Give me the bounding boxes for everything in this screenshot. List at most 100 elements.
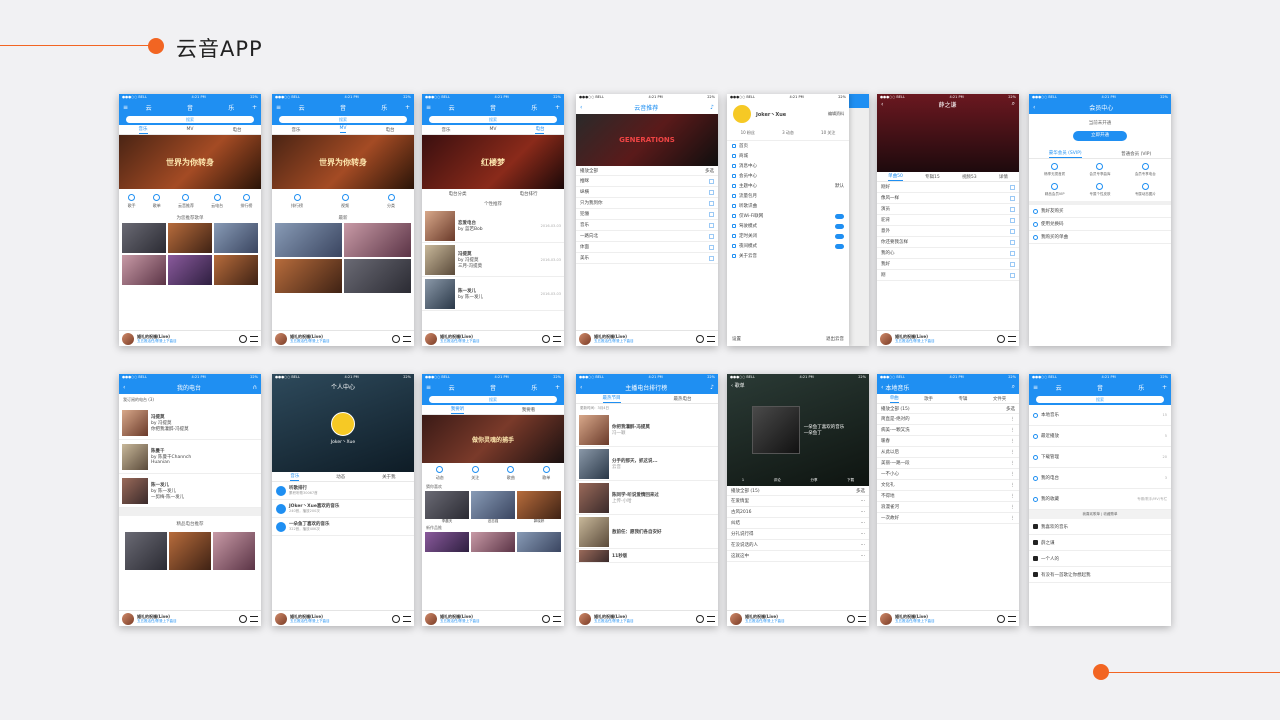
more-icon[interactable]: ⋮ <box>1011 439 1016 444</box>
nav-tab-yun[interactable]: 云 <box>1056 383 1062 392</box>
more-icon[interactable]: ⋮ <box>1011 450 1016 455</box>
timer-toggle[interactable] <box>835 233 844 239</box>
playlist-row[interactable]: 一个人的 <box>1029 551 1171 567</box>
menu-driving[interactable]: 驾驶模式 <box>727 221 849 231</box>
song-row[interactable]: 刚 <box>877 270 1019 281</box>
play-all[interactable]: 播放全部 (15) <box>731 488 760 494</box>
more-icon[interactable]: ⋮ <box>1011 461 1016 466</box>
nav-tab-yun[interactable]: 云 <box>146 103 152 112</box>
multi-select[interactable]: 多选 <box>856 488 865 494</box>
song-row[interactable]: 在没说话的人 ⋯ <box>727 540 869 551</box>
menu-row[interactable]: 本地音乐 15 <box>1029 405 1171 426</box>
checkbox[interactable] <box>709 178 714 184</box>
playlist-row[interactable]: 我喜欢的音乐 <box>1029 519 1171 535</box>
playlist-icon[interactable] <box>1008 335 1016 342</box>
nav-tab-yin[interactable]: 音 <box>490 103 496 112</box>
more-icon[interactable]: ⋯ <box>861 543 866 548</box>
menu-row[interactable]: 我的电台 3 <box>1029 468 1171 489</box>
multi-select[interactable]: 多选 <box>1006 406 1015 412</box>
nav-tab-yue[interactable]: 乐 <box>228 103 234 112</box>
link-row[interactable]: 使用兑换码 <box>1029 218 1171 231</box>
video-thumb[interactable] <box>425 532 469 552</box>
nav-tab-yue[interactable]: 乐 <box>1138 383 1144 392</box>
play-icon[interactable] <box>847 614 855 623</box>
list-item[interactable]: 陈一发儿 by 陈一发儿 2016-03-03 <box>422 277 564 311</box>
checkbox[interactable] <box>1010 261 1015 267</box>
tab-music[interactable]: 音乐 <box>442 127 451 133</box>
category-recommend[interactable]: 云音推荐 <box>178 193 194 209</box>
song-row[interactable]: 演员 <box>877 204 1019 215</box>
category-singer[interactable]: 歌手 <box>128 193 136 209</box>
song-row[interactable]: 我的心 <box>877 248 1019 259</box>
share-action[interactable]: 分享 <box>810 478 817 483</box>
checkbox[interactable] <box>1010 228 1015 234</box>
mini-player[interactable]: 婚礼的祝福(Live) 五五推活任/陈曼上下曲目 <box>272 610 414 626</box>
settings-link[interactable]: 设置 <box>732 336 741 342</box>
play-all[interactable]: 播放全部 (15) <box>881 406 910 412</box>
list-item[interactable]: 冯提莫 by 冯提莫 三月-冯提莫 2016-03-03 <box>422 243 564 277</box>
avatar[interactable] <box>732 104 752 124</box>
tab-songs[interactable]: 单曲 <box>889 395 899 403</box>
music-note-icon[interactable]: ♪ <box>710 104 714 111</box>
back-link[interactable]: ‹ 歌单 <box>731 382 745 389</box>
perk-item[interactable]: 会员专享电台 <box>1124 163 1167 177</box>
song-row[interactable]: 一路向北 <box>576 231 718 242</box>
play-icon[interactable] <box>696 334 704 343</box>
playlist-icon[interactable] <box>403 335 411 342</box>
download-action[interactable]: 下载 <box>847 478 854 483</box>
perk-item[interactable]: 专属动态图片 <box>1124 183 1167 197</box>
add-icon[interactable]: + <box>405 104 410 111</box>
link-row[interactable]: 我好友购买 <box>1029 205 1171 218</box>
logout-link[interactable]: 退出云音 <box>826 336 844 342</box>
banner[interactable]: GENERATIONS <box>576 114 718 166</box>
link-row[interactable]: 我购买的单曲 <box>1029 231 1171 244</box>
tab-videos[interactable]: 视频53 <box>962 174 977 180</box>
search-input[interactable]: 搜索 <box>429 396 557 403</box>
menu-row[interactable]: 我的收藏 专辑/歌手/MV/专栏 <box>1029 489 1171 510</box>
tab-albums[interactable]: 专辑 <box>958 396 967 402</box>
category-playlist[interactable]: 歌单 <box>153 193 161 209</box>
radio-thumb[interactable] <box>213 532 255 570</box>
playlist-icon[interactable] <box>858 615 866 622</box>
menu-theme[interactable]: 主题中心 默认 <box>727 181 849 191</box>
more-icon[interactable]: ⋮ <box>1011 417 1016 422</box>
tab-mv[interactable]: MV <box>339 126 347 133</box>
play-icon[interactable] <box>696 614 704 623</box>
search-input[interactable]: 搜索 <box>1036 396 1164 403</box>
mini-player[interactable]: 婚礼的祝福(Live) 五五推活任/陈曼上下曲目 <box>272 330 414 346</box>
more-icon[interactable]: ⋯ <box>861 532 866 537</box>
checkbox[interactable] <box>1010 184 1015 190</box>
add-icon[interactable]: + <box>1162 384 1167 391</box>
nav-tab-yue[interactable]: 乐 <box>531 103 537 112</box>
playlist-thumb[interactable] <box>168 223 212 253</box>
radio-chart-link[interactable]: 电台排行 <box>520 191 538 197</box>
menu-shop[interactable]: 商城 <box>727 151 849 161</box>
comment-action[interactable]: 评论 <box>774 478 781 483</box>
radio-thumb[interactable] <box>169 532 211 570</box>
song-row[interactable]: 像风一样 <box>877 193 1019 204</box>
mv-thumb[interactable] <box>275 223 342 257</box>
playlist-row[interactable]: 薛之谦 <box>1029 535 1171 551</box>
nav-playlist[interactable]: 歌单 <box>542 465 550 481</box>
tab-songs[interactable]: 单曲50 <box>888 173 903 181</box>
menu-row[interactable]: 最近播放 5 <box>1029 426 1171 447</box>
tab-feed[interactable]: 动态 <box>336 474 345 480</box>
tab-albums[interactable]: 专辑15 <box>925 174 940 180</box>
tab-about[interactable]: 关于我 <box>382 474 396 480</box>
playlist-thumb[interactable] <box>214 223 258 253</box>
list-item[interactable]: 分手的那天，抓这说... 云音 <box>576 447 718 481</box>
mini-player[interactable]: 婚礼的祝福(Live) 五五推活任/陈曼上下曲目 <box>576 330 718 346</box>
tab-singers[interactable]: 歌手 <box>924 396 933 402</box>
menu-timer[interactable]: 定时关闭 <box>727 231 849 241</box>
mv-thumb[interactable] <box>344 259 411 293</box>
playlist-thumb[interactable] <box>122 223 166 253</box>
checkbox[interactable] <box>1010 239 1015 245</box>
checkbox[interactable] <box>709 233 714 239</box>
mini-player[interactable]: 婚礼的祝福(Live) 五五推活任/陈曼上下曲目 <box>727 610 869 626</box>
nav-tab-yun[interactable]: 云 <box>299 103 305 112</box>
song-row[interactable]: 文化礼 ⋮ <box>877 480 1019 491</box>
tab-radio[interactable]: 电台 <box>232 127 241 133</box>
banner[interactable]: 世界为你转身 <box>119 135 261 189</box>
list-item[interactable]: 听歌排行 累积听歌30067首 <box>272 482 414 500</box>
tab-watch[interactable]: 我要看 <box>522 407 536 413</box>
